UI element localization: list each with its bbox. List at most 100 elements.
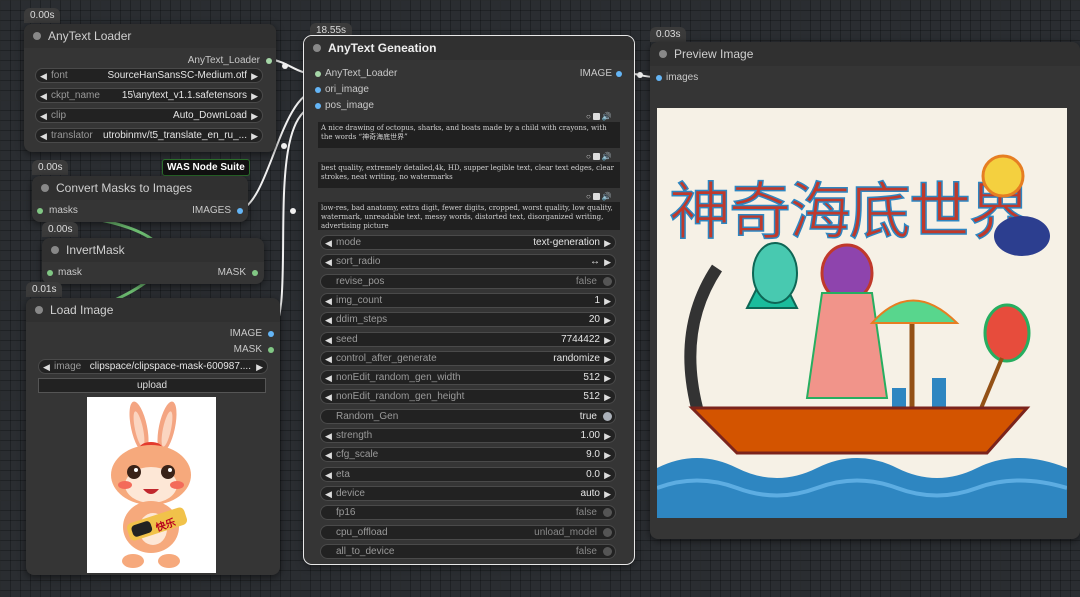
output-images[interactable]: IMAGES (192, 204, 243, 218)
node-title[interactable]: InvertMask (42, 238, 264, 262)
gen-widget-mode[interactable]: ◀ mode text-generation ▶ (320, 235, 616, 250)
input-mask[interactable]: mask (47, 266, 82, 280)
output-image[interactable]: IMAGE (230, 327, 274, 341)
toggle-knob-icon[interactable] (603, 546, 612, 556)
socket-dot-icon[interactable] (268, 347, 274, 353)
preview-image-node[interactable]: Preview Image images 神奇海底世界 (650, 42, 1080, 539)
n-prompt-textarea[interactable]: low-res, bad anatomy, extra digit, fewer… (318, 202, 620, 230)
image-selector[interactable]: ◀ image clipspace/clipspace-mask-600987.… (38, 359, 268, 374)
collapse-dot-icon[interactable] (659, 50, 667, 58)
gen-widget-control-after-generate[interactable]: ◀ control_after_generate randomize ▶ (320, 350, 616, 366)
gen-widget-revise-pos[interactable]: revise_pos false (320, 273, 616, 289)
arrow-left-icon[interactable]: ◀ (325, 255, 332, 269)
prompt-textarea[interactable]: A nice drawing of octopus, sharks, and b… (318, 122, 620, 148)
arrow-left-icon[interactable]: ◀ (325, 468, 332, 482)
node-title[interactable]: AnyText Loader (24, 24, 276, 48)
arrow-left-icon[interactable]: ◀ (325, 371, 332, 385)
arrow-right-icon[interactable]: ▶ (604, 487, 611, 501)
output-anytext-loader[interactable]: AnyText_Loader (188, 54, 272, 68)
input-pos-image[interactable]: pos_image (315, 99, 374, 113)
arrow-left-icon[interactable]: ◀ (325, 313, 332, 327)
collapse-dot-icon[interactable] (33, 32, 41, 40)
toggle-knob-icon[interactable] (603, 508, 612, 518)
loader-widget-ckpt-name[interactable]: ◀ ckpt_name 15\anytext_v1.1.safetensors ▶ (35, 88, 263, 103)
arrow-right-icon[interactable]: ▶ (604, 333, 611, 347)
socket-dot-icon[interactable] (616, 71, 622, 77)
gen-widget-all-to-device[interactable]: all_to_device false (320, 543, 616, 559)
output-image[interactable]: IMAGE (580, 67, 622, 81)
arrow-right-icon[interactable]: ▶ (251, 109, 258, 123)
loader-widget-clip[interactable]: ◀ clip Auto_DownLoad ▶ (35, 108, 263, 123)
output-mask[interactable]: MASK (234, 343, 274, 357)
arrow-left-icon[interactable]: ◀ (325, 429, 332, 443)
gen-widget-device[interactable]: ◀ device auto ▶ (320, 485, 616, 501)
arrow-left-icon[interactable]: ◀ (325, 236, 332, 250)
input-images[interactable]: images (656, 71, 698, 85)
node-title[interactable]: Preview Image (650, 42, 1080, 66)
output-mask[interactable]: MASK (218, 266, 258, 280)
input-masks[interactable]: masks (37, 204, 78, 218)
input-anytext-loader[interactable]: AnyText_Loader (315, 67, 397, 81)
toggle-knob-icon[interactable] (603, 411, 612, 421)
arrow-right-icon[interactable]: ▶ (604, 371, 611, 385)
arrow-right-icon[interactable]: ▶ (604, 294, 611, 308)
arrow-right-icon[interactable]: ▶ (604, 255, 611, 269)
arrow-left-icon[interactable]: ◀ (40, 129, 47, 143)
gen-widget-strength[interactable]: ◀ strength 1.00 ▶ (320, 428, 616, 443)
input-ori-image[interactable]: ori_image (315, 83, 369, 97)
arrow-right-icon[interactable]: ▶ (604, 429, 611, 443)
anytext-generation-node[interactable]: AnyText Geneation AnyText_Loader ori_ima… (303, 35, 635, 565)
checkbox-icon[interactable] (592, 193, 600, 201)
gen-widget-nonedit-random-gen-height[interactable]: ◀ nonEdit_random_gen_height 512 ▶ (320, 389, 616, 405)
arrow-left-icon[interactable]: ◀ (325, 390, 332, 404)
collapse-dot-icon[interactable] (51, 246, 59, 254)
gen-widget-random-gen[interactable]: Random_Gen true (320, 408, 616, 424)
invert-mask-node[interactable]: InvertMask mask MASK (42, 238, 264, 284)
anytext-loader-node[interactable]: AnyText Loader AnyText_Loader ◀ font Sourc… (24, 24, 276, 152)
socket-dot-icon[interactable] (237, 208, 243, 214)
socket-dot-icon[interactable] (315, 103, 321, 109)
toggle-knob-icon[interactable] (603, 276, 612, 286)
load-image-node[interactable]: Load Image IMAGE MASK ◀ image clipspace/… (26, 298, 280, 575)
node-title[interactable]: AnyText Geneation (304, 36, 634, 60)
arrow-left-icon[interactable]: ◀ (325, 352, 332, 366)
socket-dot-icon[interactable] (266, 58, 272, 64)
gen-widget-cpu-offload[interactable]: cpu_offload unload_model (320, 524, 616, 540)
gen-widget-ddim-steps[interactable]: ◀ ddim_steps 20 ▶ (320, 312, 616, 328)
loader-widget-font[interactable]: ◀ font SourceHanSansSC-Medium.otf ▶ (35, 68, 263, 83)
arrow-left-icon[interactable]: ◀ (325, 333, 332, 347)
arrow-right-icon[interactable]: ▶ (256, 360, 263, 374)
socket-dot-icon[interactable] (268, 331, 274, 337)
arrow-right-icon[interactable]: ▶ (251, 69, 258, 83)
collapse-dot-icon[interactable] (35, 306, 43, 314)
arrow-left-icon[interactable]: ◀ (40, 89, 47, 103)
gen-widget-sort-radio[interactable]: ◀ sort_radio ↔ ▶ (320, 254, 616, 270)
a-prompt-textarea[interactable]: best quality, extremely detailed,4k, HD,… (318, 162, 620, 188)
arrow-right-icon[interactable]: ▶ (604, 390, 611, 404)
prompt-toolbar[interactable]: ○ 🔊 (586, 112, 612, 121)
arrow-right-icon[interactable]: ▶ (604, 313, 611, 327)
arrow-right-icon[interactable]: ▶ (251, 89, 258, 103)
arrow-left-icon[interactable]: ◀ (325, 487, 332, 501)
arrow-right-icon[interactable]: ▶ (604, 236, 611, 250)
gen-widget-eta[interactable]: ◀ eta 0.0 ▶ (320, 466, 616, 482)
arrow-right-icon[interactable]: ▶ (604, 352, 611, 366)
gen-widget-img-count[interactable]: ◀ img_count 1 ▶ (320, 292, 616, 308)
node-title[interactable]: Convert Masks to Images (32, 176, 248, 200)
upload-button[interactable]: upload (38, 378, 266, 393)
gen-widget-nonedit-random-gen-width[interactable]: ◀ nonEdit_random_gen_width 512 ▶ (320, 370, 616, 386)
socket-dot-icon[interactable] (656, 75, 662, 81)
checkbox-icon[interactable] (592, 153, 600, 161)
arrow-right-icon[interactable]: ▶ (604, 448, 611, 462)
loader-widget-translator[interactable]: ◀ translator utrobinmv/t5_translate_en_ru_… (35, 128, 263, 143)
socket-dot-icon[interactable] (47, 270, 53, 276)
socket-dot-icon[interactable] (315, 71, 321, 77)
socket-dot-icon[interactable] (315, 87, 321, 93)
arrow-left-icon[interactable]: ◀ (325, 448, 332, 462)
collapse-dot-icon[interactable] (313, 44, 321, 52)
arrow-left-icon[interactable]: ◀ (43, 360, 50, 374)
arrow-left-icon[interactable]: ◀ (325, 294, 332, 308)
gen-widget-cfg-scale[interactable]: ◀ cfg_scale 9.0 ▶ (320, 447, 616, 463)
convert-masks-node[interactable]: Convert Masks to Images masks IMAGES (32, 176, 248, 222)
node-title[interactable]: Load Image (26, 298, 280, 322)
